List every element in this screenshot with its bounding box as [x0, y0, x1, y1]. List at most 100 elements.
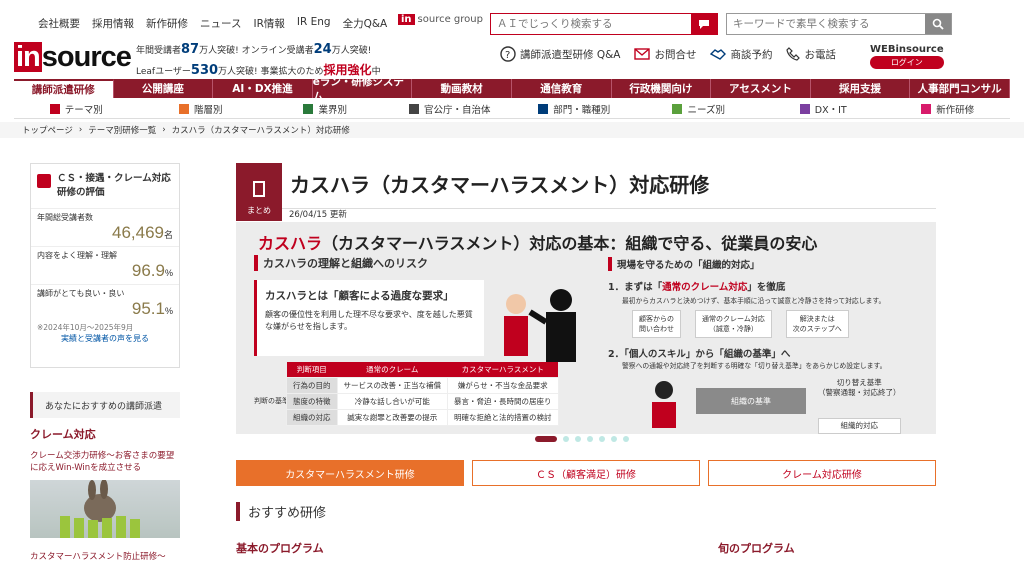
- nav-video[interactable]: 動画教材: [412, 79, 512, 98]
- subnav-label: ニーズ別: [687, 104, 726, 116]
- web-insource-login[interactable]: WEBinsource ログイン: [870, 44, 944, 69]
- subnav-theme[interactable]: テーマ別: [14, 99, 139, 118]
- recommend-image[interactable]: [30, 479, 180, 538]
- level-icon: [178, 103, 189, 114]
- monitor-icon: [799, 103, 810, 114]
- title-block: まとめ カスハラ（カスタマーハラスメント）対応研修: [236, 163, 936, 221]
- banner-right-heading: 現場を守るための「組織的対応」: [608, 257, 760, 271]
- recommend-link-harassment[interactable]: カスタマーハラスメント防止研修～: [30, 550, 166, 562]
- organization-criteria-arrow: 組織の基準: [696, 388, 806, 414]
- nav-government[interactable]: 行政機関向け: [612, 79, 712, 98]
- tab-cs[interactable]: ＣＳ（顧客満足）研修: [472, 460, 700, 486]
- eval-label: 内容をよく理解・理解: [37, 251, 117, 260]
- recommended-heading: おすすめ研修: [236, 502, 326, 521]
- group-logo-mark: in: [398, 14, 415, 25]
- toplink-news[interactable]: ニュース: [200, 16, 241, 31]
- stat-label: 万人突破!: [218, 67, 258, 77]
- qa-link[interactable]: ? 講師派遣型研修 Q&A: [500, 46, 620, 62]
- subnav-label: 部門・職種別: [553, 104, 611, 116]
- tab-claim[interactable]: クレーム対応研修: [708, 460, 936, 486]
- chat-bubble-icon: [699, 20, 709, 29]
- nav-dispatch[interactable]: 講師派遣研修: [14, 79, 114, 98]
- header-actions: ? 講師派遣型研修 Q&A お問合せ 商談予約 お電話: [500, 46, 836, 62]
- toplink-qa[interactable]: 全力Q&A: [343, 16, 388, 31]
- eval-number: 95.1: [131, 299, 165, 318]
- nav-hr-consult[interactable]: 人事部門コンサル: [910, 79, 1010, 98]
- nav-ai-dx[interactable]: AI・DX推進: [213, 79, 313, 98]
- page: 会社概要 採用情報 新作研修 ニュース IR情報 IR Eng 全力Q&A in…: [0, 0, 1024, 562]
- eval-unit: %: [164, 306, 173, 316]
- nav-assessment[interactable]: アセスメント: [711, 79, 811, 98]
- flow-box-response: 通常のクレーム対応 （誠意・冷静）: [695, 310, 772, 338]
- subnav-dx-it[interactable]: DX・IT: [761, 99, 886, 118]
- eval-unit: %: [164, 268, 173, 278]
- insource-group-link[interactable]: in source group: [398, 14, 483, 25]
- eval-row-attendees: 年間総受講者数 46,469名: [31, 208, 179, 246]
- carousel-dot[interactable]: [623, 436, 629, 442]
- summary-tag-label: まとめ: [247, 206, 271, 215]
- seasonal-program-heading: 旬のプログラム: [718, 542, 795, 555]
- recommend-link-claim[interactable]: クレーム交渉力研修～お客さまの要望に応えWin-Winを成立させる: [30, 450, 180, 474]
- table-cell: 態度の特徴: [286, 393, 338, 410]
- carousel-dot[interactable]: [563, 436, 569, 442]
- nav-public[interactable]: 公開講座: [114, 79, 214, 98]
- subnav-label: 官公庁・自治体: [423, 104, 491, 116]
- nav-elearning[interactable]: eラン・研修システム: [313, 76, 413, 103]
- carousel-dot[interactable]: [575, 436, 581, 442]
- carousel-dots: [535, 436, 629, 442]
- banner-title-highlight: カスハラ: [258, 234, 323, 253]
- toplink-company[interactable]: 会社概要: [38, 16, 80, 31]
- nav-recruit-support[interactable]: 採用支援: [811, 79, 911, 98]
- table-cell: 暴言・脅迫・長時間の居座り: [447, 393, 559, 410]
- breadcrumb-theme[interactable]: テーマ別研修一覧: [88, 124, 156, 136]
- toplink-ir-eng[interactable]: IR Eng: [297, 16, 331, 31]
- subnav-needs[interactable]: ニーズ別: [637, 99, 762, 118]
- toplink-new[interactable]: 新作研修: [146, 16, 188, 31]
- booking-link[interactable]: 商談予約: [710, 47, 772, 62]
- hero-banner[interactable]: カスハラ（カスタマーハラスメント）対応の基本：組織で守る、従業員の安心 カスハラ…: [236, 222, 936, 434]
- definition-text: 顧客の優位性を利用した理不尽な要求や、度を越した悪質な嫌がらせを指します。: [265, 310, 473, 331]
- toplink-ir[interactable]: IR情報: [253, 16, 284, 31]
- nav-correspondence[interactable]: 通信教育: [512, 79, 612, 98]
- search-icon: [932, 18, 944, 30]
- sub-nav: テーマ別 階層別 業界別 官公庁・自治体 部門・職種別 ニーズ別 DX・IT 新…: [14, 99, 1010, 119]
- subnav-department[interactable]: 部門・職種別: [512, 99, 637, 118]
- eval-label: 講師がとても良い・良い: [37, 289, 125, 298]
- subnav-label: 業界別: [318, 104, 347, 116]
- qa-label: 講師派遣型研修 Q&A: [520, 48, 621, 61]
- breadcrumb-top[interactable]: トップページ: [22, 124, 73, 136]
- carousel-dot[interactable]: [611, 436, 617, 442]
- eval-number: 46,469: [111, 223, 164, 242]
- subnav-government[interactable]: 官公庁・自治体: [388, 99, 513, 118]
- eval-value: 46,469名: [37, 223, 173, 243]
- angry-customer-illustration: [504, 289, 576, 362]
- voice-link[interactable]: 実績と受講者の声を見る: [31, 333, 179, 344]
- keyword-search-input[interactable]: [727, 14, 925, 34]
- login-button[interactable]: ログイン: [870, 56, 944, 69]
- table-cell: 誠実な謝罪と改善要の提示: [336, 409, 448, 426]
- carousel-dot[interactable]: [587, 436, 593, 442]
- subnav-level[interactable]: 階層別: [139, 99, 264, 118]
- subnav-new[interactable]: 新作研修: [886, 99, 1011, 118]
- banner-left-heading: カスハラの理解と組織へのリスク: [254, 255, 428, 271]
- phone-link[interactable]: お電話: [786, 47, 836, 62]
- insource-logo[interactable]: in source: [14, 42, 132, 72]
- keyword-search-button[interactable]: [925, 14, 951, 34]
- step-text: 1．まずは「: [608, 282, 663, 293]
- subnav-label: 階層別: [193, 104, 223, 116]
- step-text: 」を徹底: [747, 282, 786, 293]
- svg-text:?: ?: [505, 50, 510, 61]
- carousel-dot-active[interactable]: [535, 436, 557, 442]
- toplink-recruit[interactable]: 採用情報: [92, 16, 134, 31]
- tab-customer-harassment[interactable]: カスタマーハラスメント研修: [236, 460, 464, 486]
- contact-link[interactable]: お問合せ: [634, 47, 696, 62]
- step-1-title: 1．まずは「通常のクレーム対応」を徹底: [608, 279, 785, 293]
- ai-search-button[interactable]: [691, 14, 717, 34]
- ai-search-input[interactable]: [491, 14, 691, 34]
- subnav-industry[interactable]: 業界別: [263, 99, 388, 118]
- industry-icon: [303, 103, 314, 114]
- step-1-desc: 最初からカスハラと決めつけず、基本手順に沿って誠意と冷静さを持って対応します。: [622, 297, 886, 305]
- stat-label: Leafユーザー: [136, 67, 191, 77]
- carousel-dot[interactable]: [599, 436, 605, 442]
- stat-value: 24: [313, 42, 332, 57]
